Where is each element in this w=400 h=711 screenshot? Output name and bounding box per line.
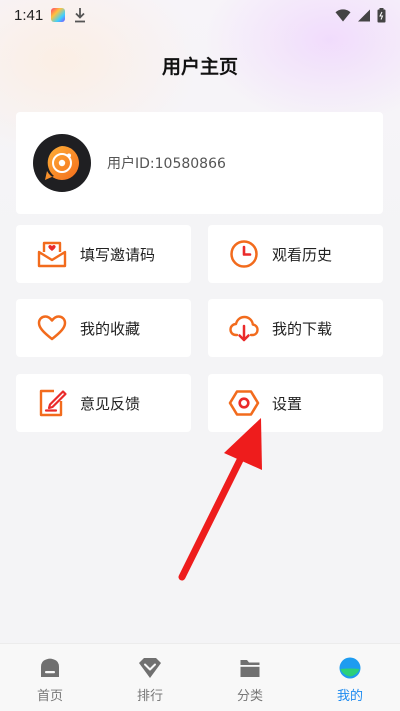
favorites-button[interactable]: 我的收藏	[16, 299, 191, 357]
settings-hexagon-icon	[228, 387, 260, 419]
feedback-button[interactable]: 意见反馈	[16, 374, 191, 432]
invite-code-label: 填写邀请码	[80, 245, 156, 264]
cloud-download-icon	[228, 312, 260, 344]
profile-card[interactable]: 用户ID:10580866	[16, 112, 383, 214]
profile-icon	[339, 657, 361, 679]
signal-icon	[358, 9, 370, 21]
nav-tab-home[interactable]: 首页	[0, 644, 100, 711]
nav-label-category: 分类	[236, 689, 263, 704]
nav-label-home: 首页	[36, 689, 63, 704]
favorites-label: 我的收藏	[80, 319, 141, 338]
my-downloads-label: 我的下载	[272, 319, 333, 338]
heart-icon	[36, 312, 68, 344]
nav-label-mine: 我的	[336, 689, 363, 704]
wifi-icon	[335, 8, 351, 21]
invite-envelope-icon	[36, 238, 68, 270]
feedback-edit-icon	[36, 387, 68, 419]
avatar-logo-icon	[45, 146, 79, 180]
app-notification-icon	[51, 8, 66, 22]
category-folder-icon	[240, 660, 260, 677]
user-id-label: 用户ID:10580866	[107, 156, 226, 172]
ranking-diamond-icon	[139, 658, 161, 678]
settings-label: 设置	[272, 394, 303, 413]
settings-button[interactable]: 设置	[208, 374, 383, 432]
status-time: 1:41	[14, 6, 44, 24]
home-icon	[41, 658, 59, 677]
nav-tab-mine[interactable]: 我的	[300, 644, 400, 711]
nav-tab-ranking[interactable]: 排行	[100, 644, 200, 711]
battery-icon	[377, 7, 386, 22]
bottom-navigation: 首页 排行 分类 我的	[0, 643, 400, 711]
nav-tab-category[interactable]: 分类	[200, 644, 300, 711]
nav-label-ranking: 排行	[136, 689, 163, 704]
clock-icon	[228, 238, 260, 270]
watch-history-button[interactable]: 观看历史	[208, 225, 383, 283]
status-bar: 1:41	[0, 0, 400, 30]
avatar[interactable]	[33, 134, 91, 192]
my-downloads-button[interactable]: 我的下载	[208, 299, 383, 357]
download-notification-icon	[75, 8, 86, 23]
invite-code-button[interactable]: 填写邀请码	[16, 225, 191, 283]
watch-history-label: 观看历史	[272, 245, 333, 264]
page-title: 用户主页	[161, 56, 238, 78]
feedback-label: 意见反馈	[80, 394, 141, 413]
